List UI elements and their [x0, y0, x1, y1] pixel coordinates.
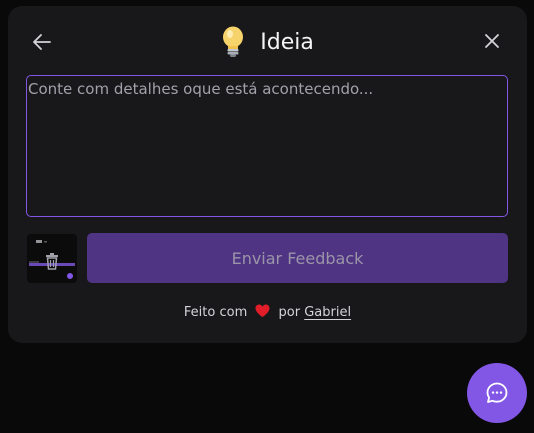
- close-icon: [485, 34, 499, 48]
- trash-icon: [46, 253, 58, 270]
- feedback-widget: Ideia Enviar Feedback Feito com: [8, 6, 527, 343]
- widget-header: Ideia: [8, 6, 527, 76]
- author-link[interactable]: Gabriel: [304, 305, 351, 320]
- close-button[interactable]: [482, 31, 502, 51]
- feedback-textarea[interactable]: [26, 75, 508, 217]
- heart-icon: [255, 304, 270, 322]
- submit-feedback-button[interactable]: Enviar Feedback: [87, 233, 508, 283]
- feedback-fab-button[interactable]: [467, 363, 527, 423]
- chat-bubble-icon: [486, 382, 508, 403]
- screenshot-thumbnail[interactable]: [27, 234, 77, 283]
- widget-title-wrap: Ideia: [8, 26, 527, 60]
- widget-footer: Feito com por Gabriel: [8, 304, 527, 322]
- footer-middle: por: [278, 305, 301, 320]
- footer-prefix: Feito com: [183, 305, 248, 320]
- lightbulb-icon: [221, 26, 245, 58]
- widget-title: Ideia: [260, 29, 314, 55]
